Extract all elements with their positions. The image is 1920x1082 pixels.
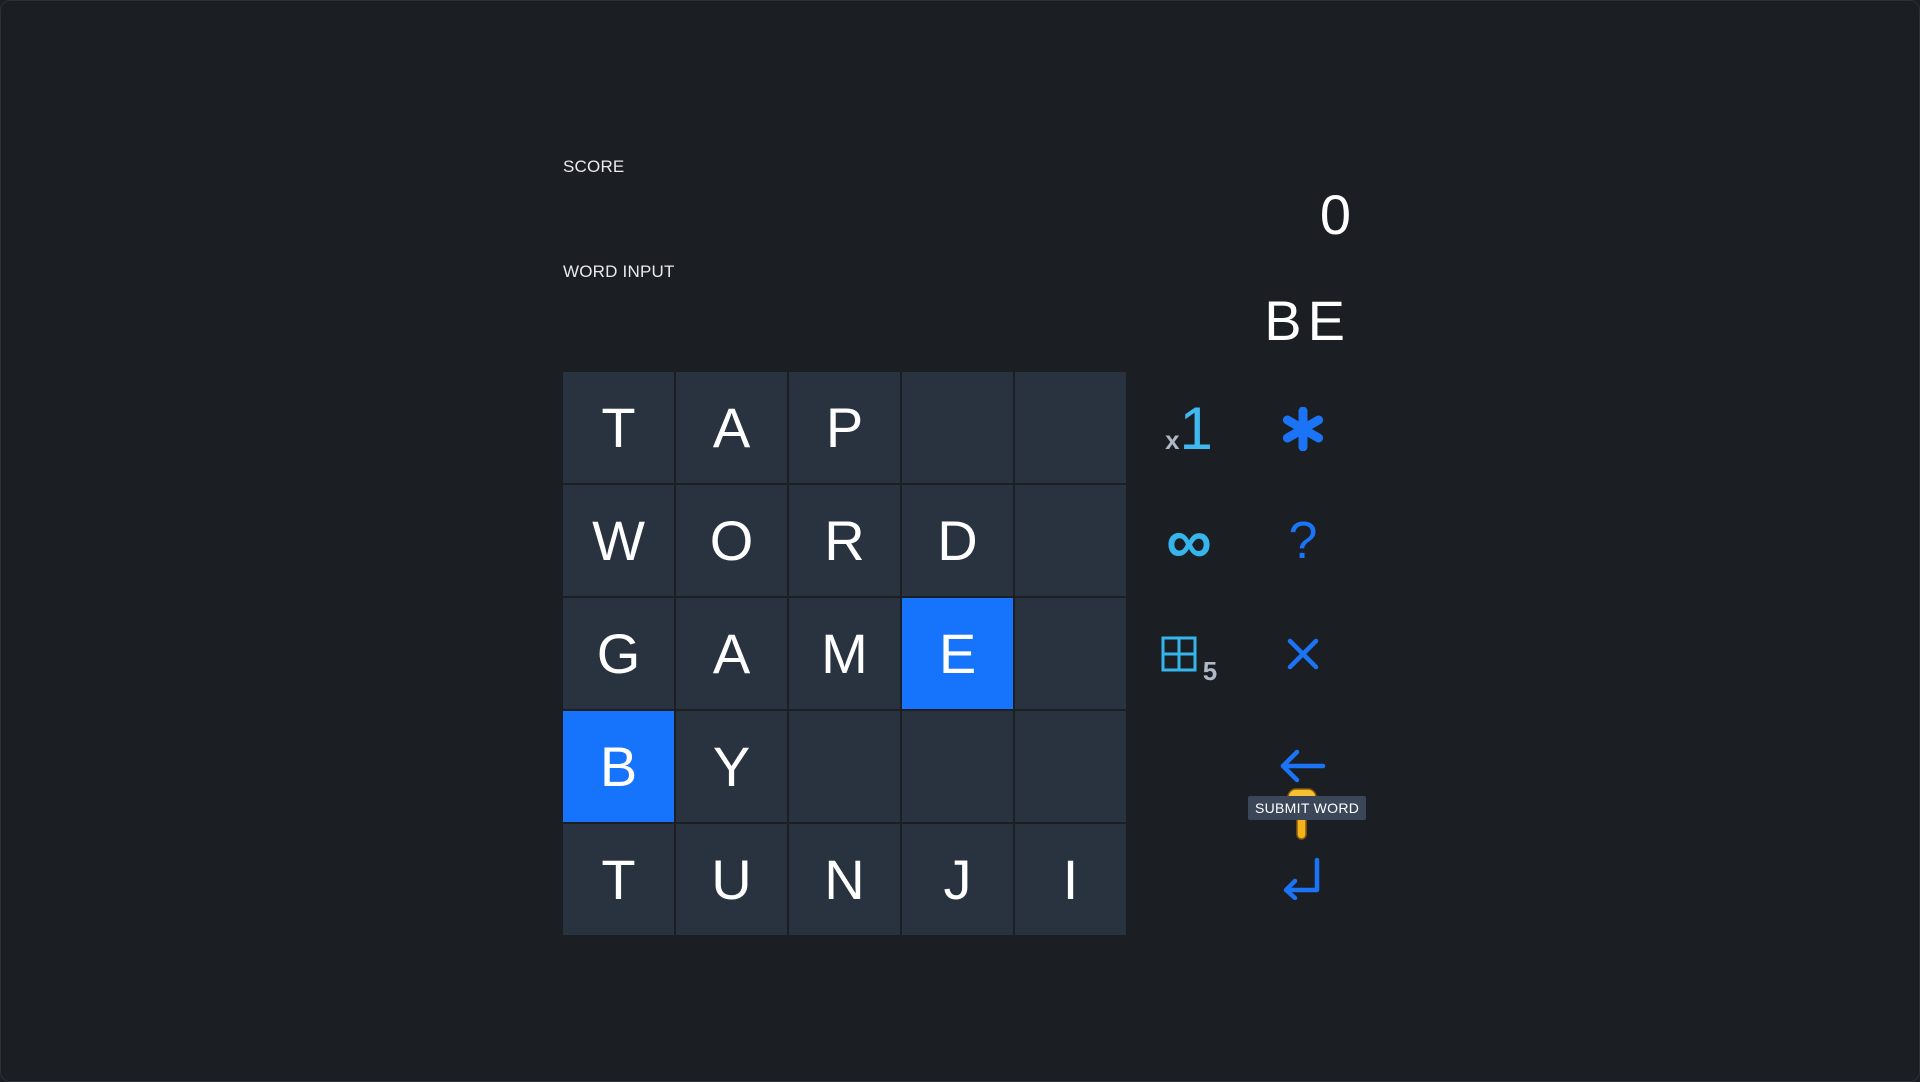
letter-tile[interactable]: W xyxy=(563,485,674,596)
letter-tile[interactable]: A xyxy=(676,598,787,709)
letter-tile[interactable]: D xyxy=(902,485,1013,596)
letter-tile[interactable]: I xyxy=(1015,824,1126,935)
letter-tile[interactable]: T xyxy=(563,372,674,483)
hint-button[interactable]: ? xyxy=(1248,486,1358,596)
grid-size-powerup[interactable]: 5 xyxy=(1134,599,1244,709)
word-input-label: WORD INPUT xyxy=(563,262,675,281)
letter-tile[interactable] xyxy=(1015,485,1126,596)
letter-tile[interactable]: J xyxy=(902,824,1013,935)
multiplier-value: 1 xyxy=(1179,395,1213,462)
letter-tile[interactable]: G xyxy=(563,598,674,709)
multiplier-prefix: x xyxy=(1165,424,1180,455)
backspace-arrow-icon xyxy=(1280,749,1326,783)
submit-word-tooltip: SUBMIT WORD xyxy=(1248,796,1367,820)
asterisk-icon xyxy=(1282,407,1324,451)
letter-tile[interactable]: T xyxy=(563,824,674,935)
letter-tile[interactable] xyxy=(1015,372,1126,483)
enter-icon xyxy=(1283,857,1320,900)
current-word: BE xyxy=(1264,289,1351,352)
letter-tile[interactable] xyxy=(902,372,1013,483)
wildcard-button[interactable] xyxy=(1248,374,1358,484)
letter-tile[interactable] xyxy=(789,711,900,822)
clear-button[interactable] xyxy=(1248,599,1358,709)
letter-tile[interactable]: U xyxy=(676,824,787,935)
grid-size-count: 5 xyxy=(1202,655,1218,686)
grid-icon xyxy=(1161,636,1197,672)
close-icon xyxy=(1287,638,1319,670)
letter-tile[interactable]: R xyxy=(789,485,900,596)
letter-tile[interactable]: B xyxy=(563,711,674,822)
letter-tile[interactable] xyxy=(902,711,1013,822)
letter-tile[interactable]: A xyxy=(676,372,787,483)
game-window: SCORE WORD INPUT 0 BE T A P W O R D G A … xyxy=(0,0,1920,1082)
multiplier-powerup[interactable]: x 1 xyxy=(1134,374,1244,484)
score-label: SCORE xyxy=(563,157,625,176)
infinity-powerup[interactable]: ∞ xyxy=(1134,486,1244,596)
letter-tile[interactable] xyxy=(1015,598,1126,709)
question-icon: ? xyxy=(1288,512,1318,570)
letter-tile[interactable]: P xyxy=(789,372,900,483)
letter-tile[interactable]: M xyxy=(789,598,900,709)
letter-tile[interactable]: E xyxy=(902,598,1013,709)
letter-grid: T A P W O R D G A M E B Y T U N J I xyxy=(563,372,1127,935)
letter-tile[interactable]: Y xyxy=(676,711,787,822)
letter-tile[interactable]: N xyxy=(789,824,900,935)
letter-tile[interactable] xyxy=(1015,711,1126,822)
infinity-icon: ∞ xyxy=(1166,505,1212,577)
score-value: 0 xyxy=(1319,183,1351,246)
letter-tile[interactable]: O xyxy=(676,485,787,596)
